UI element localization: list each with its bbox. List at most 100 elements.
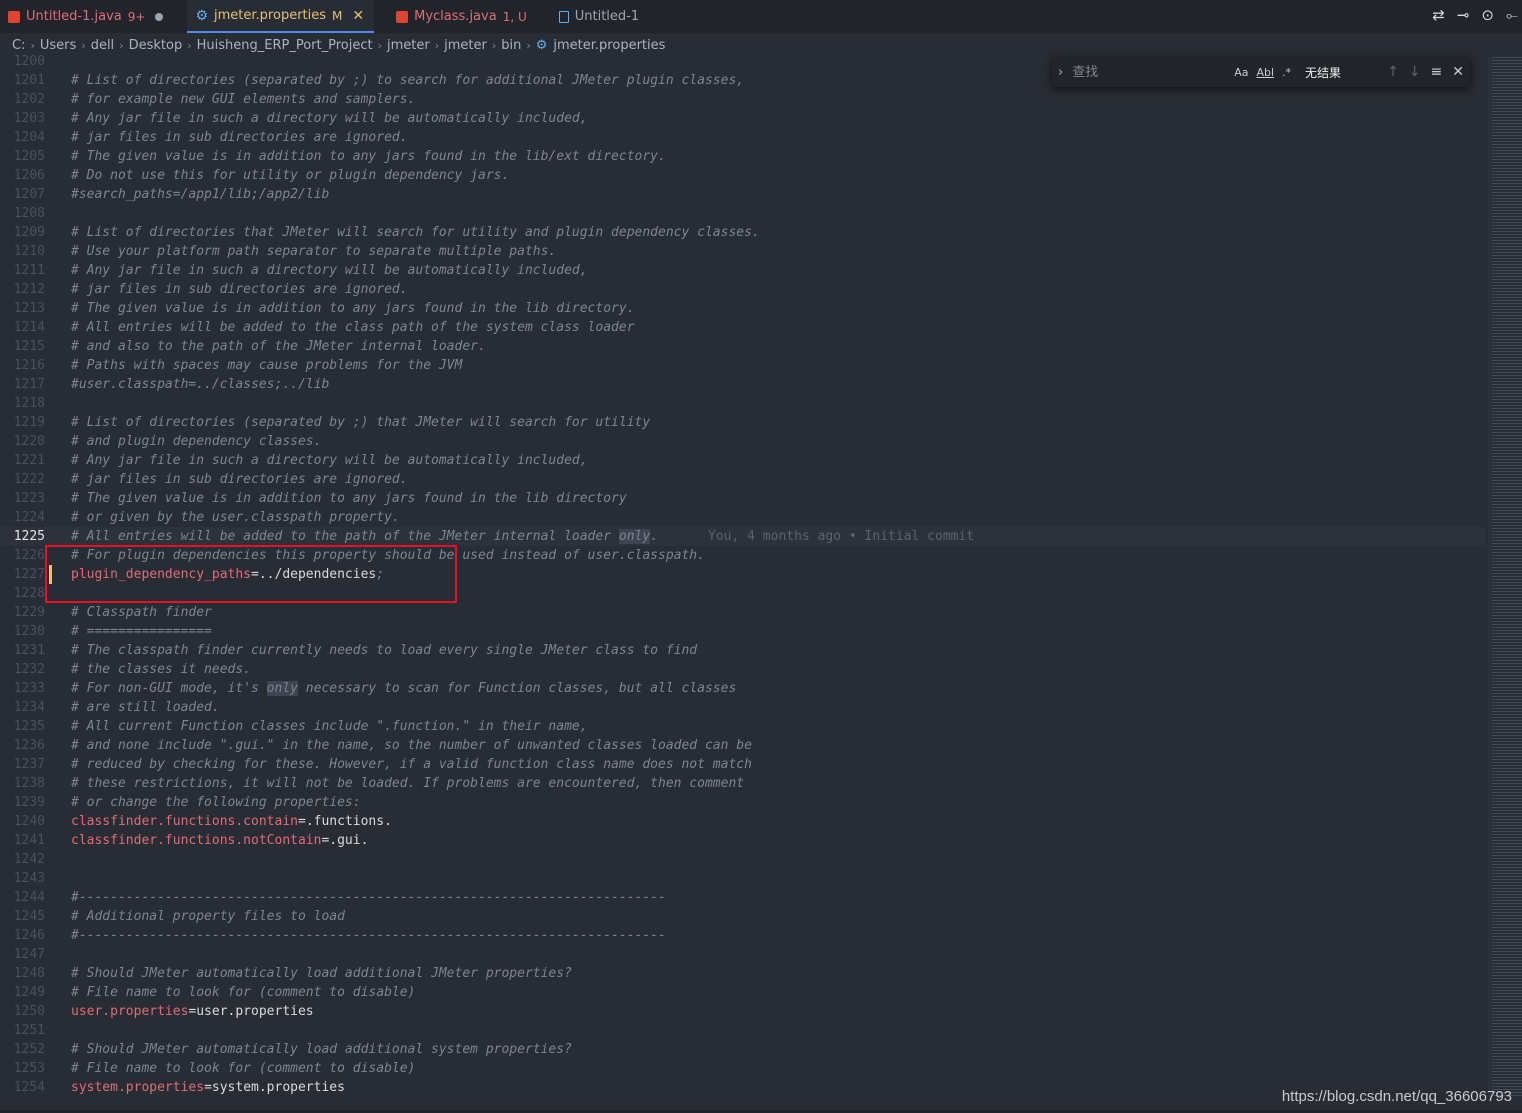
tab-1[interactable]: ⚙ jmeter.properties M ✕ — [187, 0, 375, 33]
code-line[interactable]: 1235 # All current Function classes inclu… — [0, 717, 1485, 736]
arrow-down-icon[interactable]: ↓ — [1409, 64, 1421, 80]
breadcrumb-item[interactable]: C: — [12, 38, 25, 53]
code-line[interactable]: 1230 # ================ — [0, 622, 1485, 641]
code-line[interactable]: 1225 # All entries will be added to the p… — [0, 527, 1485, 546]
code-line[interactable]: 1241 classfinder.functions.notContain=.gu… — [0, 831, 1485, 850]
close-tab-icon[interactable]: ✕ — [352, 8, 364, 24]
close-icon[interactable]: ✕ — [1452, 64, 1464, 80]
tab-2[interactable]: Myclass.java 1, U — [388, 0, 537, 33]
git-commit-prev-icon[interactable]: ⊸ — [1457, 6, 1470, 24]
code-line[interactable]: 1213 # The given value is in addition to … — [0, 299, 1485, 318]
compare-changes-icon[interactable]: ⇄ — [1432, 6, 1445, 24]
breadcrumb-item[interactable]: bin — [501, 38, 521, 53]
arrow-up-icon[interactable]: ↑ — [1387, 64, 1399, 80]
tab-badge: 1, U — [502, 9, 527, 24]
code-line[interactable]: 1231 # The classpath finder currently nee… — [0, 641, 1485, 660]
code-line[interactable]: 1216 # Paths with spaces may cause proble… — [0, 356, 1485, 375]
code-line[interactable]: 1209 # List of directories that JMeter wi… — [0, 223, 1485, 242]
code-line[interactable]: 1223 # The given value is in addition to … — [0, 489, 1485, 508]
code-line[interactable]: 1208 — [0, 204, 1485, 223]
breadcrumb-item[interactable]: dell — [91, 38, 114, 53]
tab-0[interactable]: Untitled-1.java 9+ — [0, 0, 174, 33]
code-line[interactable]: 1253 # File name to look for (comment to … — [0, 1059, 1485, 1078]
comment-text: # Any jar file in such a directory will … — [71, 111, 588, 126]
code-line[interactable]: 1238 # these restrictions, it will not be… — [0, 774, 1485, 793]
code-line[interactable]: 1215 # and also to the path of the JMeter… — [0, 337, 1485, 356]
code-text: # these restrictions, it will not be loa… — [71, 774, 744, 793]
line-number: 1232 — [13, 662, 45, 677]
code-line[interactable]: 1239 # or change the following properties… — [0, 793, 1485, 812]
code-line[interactable]: 1210 # Use your platform path separator t… — [0, 242, 1485, 261]
code-line[interactable]: 1206 # Do not use this for utility or plu… — [0, 166, 1485, 185]
code-line[interactable]: 1221 # Any jar file in such a directory w… — [0, 451, 1485, 470]
code-line[interactable]: 1227 plugin_dependency_paths=../dependenc… — [0, 565, 1485, 584]
code-line[interactable]: 1229 # Classpath finder — [0, 603, 1485, 622]
code-line[interactable]: 1249 # File name to look for (comment to … — [0, 983, 1485, 1002]
comment-text: # and none include ".gui." in the name, … — [71, 738, 752, 753]
minimap[interactable] — [1492, 57, 1522, 1097]
code-line[interactable]: 1228 — [0, 584, 1485, 603]
code-line[interactable]: 1244 #-----------------------------------… — [0, 888, 1485, 907]
code-text: classfinder.functions.notContain=.gui. — [71, 831, 368, 850]
code-line[interactable]: 1243 — [0, 869, 1485, 888]
code-line[interactable]: 1212 # jar files in sub directories are i… — [0, 280, 1485, 299]
breadcrumb-item[interactable]: Desktop — [129, 38, 183, 53]
code-line[interactable]: 1240 classfinder.functions.contain=.funct… — [0, 812, 1485, 831]
git-commit-next-icon[interactable]: ⟜ — [1506, 6, 1518, 24]
code-line[interactable]: 1203 # Any jar file in such a directory w… — [0, 109, 1485, 128]
tab-3[interactable]: Untitled-1 — [550, 0, 650, 33]
regex-icon[interactable]: .* — [1282, 66, 1291, 79]
code-line[interactable]: 1252 # Should JMeter automatically load a… — [0, 1040, 1485, 1059]
code-line[interactable]: 1236 # and none include ".gui." in the na… — [0, 736, 1485, 755]
code-line[interactable]: 1222 # jar files in sub directories are i… — [0, 470, 1485, 489]
code-line[interactable]: 1247 — [0, 945, 1485, 964]
line-number: 1213 — [13, 301, 45, 316]
code-line[interactable]: 1217 #user.classpath=../classes;../lib — [0, 375, 1485, 394]
git-modified-gutter-indicator[interactable] — [49, 565, 52, 584]
match-case-icon[interactable]: Aa — [1234, 66, 1248, 79]
line-number: 1234 — [13, 700, 45, 715]
breadcrumb-item[interactable]: Users — [40, 38, 76, 53]
code-line[interactable]: 1245 # Additional property files to load — [0, 907, 1485, 926]
code-line[interactable]: 1254 system.properties=system.properties — [0, 1078, 1485, 1097]
code-line[interactable]: 1226 # For plugin dependencies this prope… — [0, 546, 1485, 565]
code-line[interactable]: 1214 # All entries will be added to the c… — [0, 318, 1485, 337]
git-blame-annotation[interactable]: You, 4 months ago • Initial commit — [708, 529, 974, 544]
code-line[interactable]: 1233 # For non-GUI mode, it's only necess… — [0, 679, 1485, 698]
whole-word-icon[interactable]: Abl — [1256, 66, 1274, 79]
code-line[interactable]: 1211 # Any jar file in such a directory w… — [0, 261, 1485, 280]
breadcrumb-item[interactable]: Huisheng_ERP_Port_Project — [197, 38, 373, 53]
code-line[interactable]: 1205 # The given value is in addition to … — [0, 147, 1485, 166]
code-line[interactable]: 1219 # List of directories (separated by … — [0, 413, 1485, 432]
breadcrumb-item[interactable]: jmeter.properties — [553, 38, 665, 53]
code-line[interactable]: 1251 — [0, 1021, 1485, 1040]
code-line[interactable]: 1234 # are still loaded. — [0, 698, 1485, 717]
code-line[interactable]: 1220 # and plugin dependency classes. — [0, 432, 1485, 451]
code-line[interactable]: 1250 user.properties=user.properties — [0, 1002, 1485, 1021]
line-number: 1208 — [13, 206, 45, 221]
code-text: # Paths with spaces may cause problems f… — [71, 356, 462, 375]
code-line[interactable]: 1207 #search_paths=/app1/lib;/app2/lib — [0, 185, 1485, 204]
comment-text: # List of directories (separated by ;) t… — [71, 415, 651, 430]
tab-label: Myclass.java — [414, 9, 497, 24]
code-line[interactable]: 1246 #-----------------------------------… — [0, 926, 1485, 945]
line-number: 1241 — [13, 833, 45, 848]
code-line[interactable]: 1248 # Should JMeter automatically load a… — [0, 964, 1485, 983]
breadcrumb-item[interactable]: jmeter — [387, 38, 430, 53]
line-number: 1227 — [13, 567, 45, 582]
code-line[interactable]: 1218 — [0, 394, 1485, 413]
comment-text: # Classpath finder — [71, 605, 212, 620]
find-input[interactable] — [1068, 64, 1227, 80]
code-line[interactable]: 1232 # the classes it needs. — [0, 660, 1485, 679]
chevron-right-icon[interactable]: › — [1058, 65, 1068, 80]
code-line[interactable]: 1242 — [0, 850, 1485, 869]
code-line[interactable]: 1204 # jar files in sub directories are i… — [0, 128, 1485, 147]
code-line[interactable]: 1237 # reduced by checking for these. How… — [0, 755, 1485, 774]
breadcrumb-item[interactable]: jmeter — [444, 38, 487, 53]
git-commit-icon[interactable]: ⊙ — [1481, 6, 1494, 24]
find-in-selection-icon[interactable]: ≡ — [1431, 64, 1443, 80]
unsaved-dot-icon[interactable] — [155, 12, 164, 21]
code-line[interactable]: 1224 # or given by the user.classpath pro… — [0, 508, 1485, 527]
code-editor[interactable]: 1200 1201 # List of directories (separated… — [0, 52, 1490, 1113]
code-line[interactable]: 1202 # for example new GUI elements and s… — [0, 90, 1485, 109]
